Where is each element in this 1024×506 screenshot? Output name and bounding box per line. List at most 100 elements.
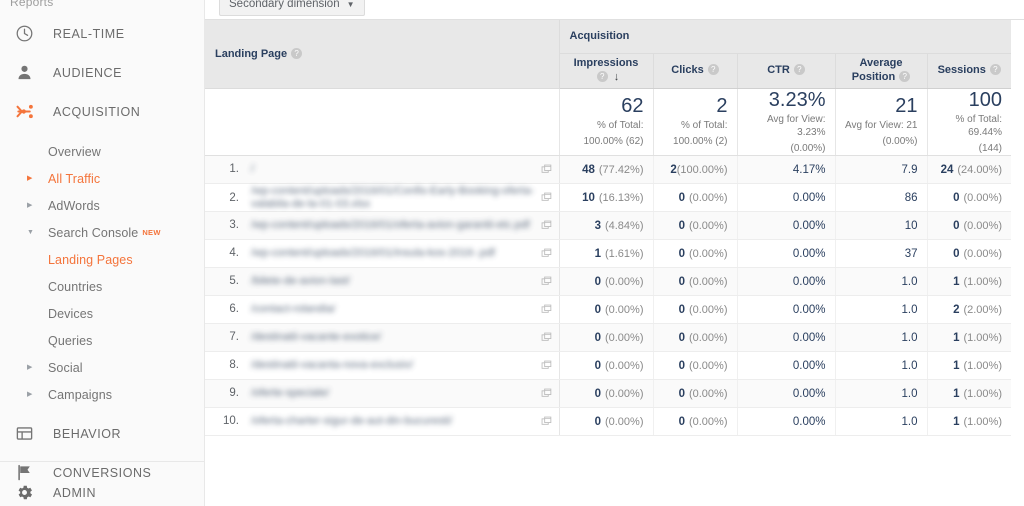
open-in-new-window-icon	[541, 388, 551, 397]
summary-note-2: 100.00% (62)	[583, 135, 644, 147]
row-sessions-cell: 1 (1.00%)	[927, 323, 1011, 352]
summary-impressions-cell: 62 % of Total: 100.00% (62)	[559, 88, 654, 156]
sidebar-subitem-all-traffic[interactable]: ▶ All Traffic	[0, 165, 204, 192]
table-row[interactable]: 9./oferte-speciale/0 (0.00%) 0 (0.00%) 0.00%…	[205, 379, 1011, 408]
sidebar-item-admin[interactable]: ADMIN	[0, 473, 204, 506]
help-icon[interactable]: ?	[707, 64, 719, 76]
sidebar-subitem-countries[interactable]: Countries	[0, 273, 204, 300]
row-ctr-cell: 0.00%	[737, 183, 836, 212]
row-impressions-cell: 0 (0.00%)	[559, 323, 654, 352]
table-row[interactable]: 3. /wp-content/uploads/2016/01/oferta-avi…	[205, 211, 1011, 240]
sidebar-item-real-time[interactable]: REAL-TIME	[0, 14, 204, 53]
row-landing-page-cell[interactable]: 9. /oferte-speciale/	[205, 379, 560, 408]
row-clicks-value: 0	[678, 303, 685, 316]
sidebar-subitem-label: Queries	[48, 333, 93, 348]
table-body: 62 % of Total: 100.00% (62) 2 % of Total…	[205, 88, 1011, 436]
row-landing-page-url: /	[251, 163, 255, 176]
sidebar-subitem-queries[interactable]: Queries	[0, 327, 204, 354]
row-landing-page-cell[interactable]: 3. /wp-content/uploads/2016/01/oferta-avi…	[205, 211, 560, 240]
row-landing-page-cell[interactable]: 5. /bilete-de-avion-last/	[205, 267, 560, 296]
sidebar-subitem-social[interactable]: ▶ Social	[0, 354, 204, 381]
row-clicks-cell: 0 (0.00%)	[653, 295, 738, 324]
row-ctr-cell: 4.17%	[737, 155, 836, 184]
sidebar-item-behavior[interactable]: BEHAVIOR	[0, 414, 204, 453]
row-ctr-cell: 0.00%	[737, 239, 836, 268]
row-ctr-value: 0.00%	[792, 247, 826, 260]
row-landing-page-cell[interactable]: 2. /wp-content/uploads/2016/01/Confis-Ear…	[205, 183, 560, 212]
help-icon[interactable]: ?	[899, 71, 911, 83]
row-index: 4.	[229, 247, 239, 260]
sidebar-item-audience[interactable]: AUDIENCE	[0, 53, 204, 92]
row-sessions-value: 1	[953, 359, 960, 372]
secondary-dimension-dropdown[interactable]: Secondary dimension ▼	[219, 0, 365, 16]
row-impressions-cell: 3 (4.84%)	[559, 211, 654, 240]
summary-average-position-cell: 21 Avg for View: 21 (0.00%)	[835, 88, 928, 156]
row-impressions-value: 10	[582, 191, 595, 204]
table-row[interactable]: 7./destinatii-vacante-exotice/0 (0.00%) 0(…	[205, 323, 1011, 352]
column-header-impressions[interactable]: Impressions? ↓	[559, 53, 654, 89]
summary-note-1: Avg for View: 21	[845, 120, 918, 132]
row-sessions-percent: (24.00%)	[957, 163, 1002, 176]
sidebar-subitem-devices[interactable]: Devices	[0, 300, 204, 327]
open-in-new-window-icon	[541, 304, 551, 313]
row-index: 5.	[229, 275, 239, 288]
row-landing-page-cell[interactable]: 4. /wp-content/uploads/2016/01/insula-kos…	[205, 239, 560, 268]
column-header-ctr[interactable]: CTR?	[737, 53, 836, 89]
help-icon[interactable]: ?	[291, 48, 303, 60]
row-landing-page-url: /destinatii-vacanta-nova-exclusiv/	[251, 359, 414, 372]
row-index: 10.	[223, 415, 239, 428]
row-landing-page-cell[interactable]: 8. /destinatii-vacanta-nova-exclusiv/	[205, 351, 560, 380]
row-landing-page-cell[interactable]: 7. /destinatii-vacante-exotice/	[205, 323, 560, 352]
sidebar-item-acquisition[interactable]: ACQUISITION	[0, 92, 204, 131]
row-impressions-percent: (0.00%)	[604, 387, 644, 400]
table-row[interactable]: 10. /oferta-charter-sigur-de-aut-din-bucu…	[205, 407, 1011, 436]
row-clicks-cell: 0 (0.00%)	[653, 379, 738, 408]
row-sessions-cell: 0 (0.00%)	[927, 239, 1011, 268]
column-header-label: Average Position	[851, 56, 903, 83]
row-ctr-value: 0.00%	[792, 415, 826, 428]
row-impressions-value: 0	[594, 303, 601, 316]
help-icon[interactable]: ?	[989, 64, 1001, 76]
row-index: 8.	[229, 359, 239, 372]
table-row[interactable]: 8./destinatii-vacanta-nova-exclusiv/0 (0.…	[205, 351, 1011, 380]
row-sessions-value: 24	[940, 163, 954, 176]
row-landing-page-cell[interactable]: 6. /contact-rolandia/	[205, 295, 560, 324]
table-row[interactable]: 5./bilete-de-avion-last/0 (0.00%) 0 (0.00%)…	[205, 267, 1011, 296]
row-sessions-value: 1	[953, 275, 960, 288]
sort-desc-icon[interactable]: ↓	[614, 71, 620, 83]
sidebar-subitem-overview[interactable]: Overview	[0, 138, 204, 165]
column-group-label: Acquisition	[569, 30, 630, 43]
behavior-icon	[11, 421, 37, 447]
row-average-position-value: 1.0	[901, 331, 918, 344]
row-average-position-value: 1.0	[901, 275, 918, 288]
sidebar-subitem-label: Devices	[48, 306, 94, 321]
row-sessions-cell: 1 (1.00%)	[927, 351, 1011, 380]
summary-note-2: (0.00%)	[790, 142, 826, 154]
table-row[interactable]: 1./48 (77.42%) 2(100.00%) 4.17% 7.9 24 (24.00%…	[205, 155, 1011, 184]
row-landing-page-cell[interactable]: 10. /oferta-charter-sigur-de-aut-din-bucu…	[205, 407, 560, 436]
row-clicks-value: 0	[678, 247, 685, 260]
summary-clicks-cell: 2 % of Total: 100.00% (2)	[653, 88, 738, 156]
table-row[interactable]: 4. /wp-content/uploads/2016/01/insula-kos…	[205, 239, 1011, 268]
sidebar-subitem-adwords[interactable]: ▶ AdWords	[0, 192, 204, 219]
help-icon[interactable]: ?	[596, 71, 608, 83]
row-impressions-value: 3	[594, 219, 601, 232]
column-header-sessions[interactable]: Sessions?	[927, 53, 1011, 89]
column-header-average-position[interactable]: Average Position?	[835, 53, 928, 89]
sidebar-divider	[0, 461, 204, 462]
table-row[interactable]: 6./contact-rolandia/0 (0.00%) 0 (0.00%) 0.00…	[205, 295, 1011, 324]
column-header-clicks[interactable]: Clicks?	[653, 53, 738, 89]
summary-dimension-cell	[205, 88, 560, 156]
help-icon[interactable]: ?	[793, 64, 805, 76]
column-header-landing-page[interactable]: Landing Page?	[205, 20, 560, 89]
row-landing-page-cell[interactable]: 1. /	[205, 155, 560, 184]
row-impressions-percent: (0.00%)	[604, 275, 644, 288]
sidebar-subitem-landing-pages[interactable]: Landing Pages	[0, 246, 204, 273]
sidebar-subitem-campaigns[interactable]: ▶ Campaigns	[0, 381, 204, 408]
sidebar-subitem-search-console[interactable]: ▼ Search Console NEW	[0, 219, 204, 246]
row-ctr-value: 0.00%	[792, 275, 826, 288]
row-ctr-cell: 0.00%	[737, 379, 836, 408]
row-average-position-value: 1.0	[901, 303, 918, 316]
table-row[interactable]: 2. /wp-content/uploads/2016/01/Confis-Ear…	[205, 183, 1011, 212]
row-average-position-cell: 86	[835, 183, 928, 212]
